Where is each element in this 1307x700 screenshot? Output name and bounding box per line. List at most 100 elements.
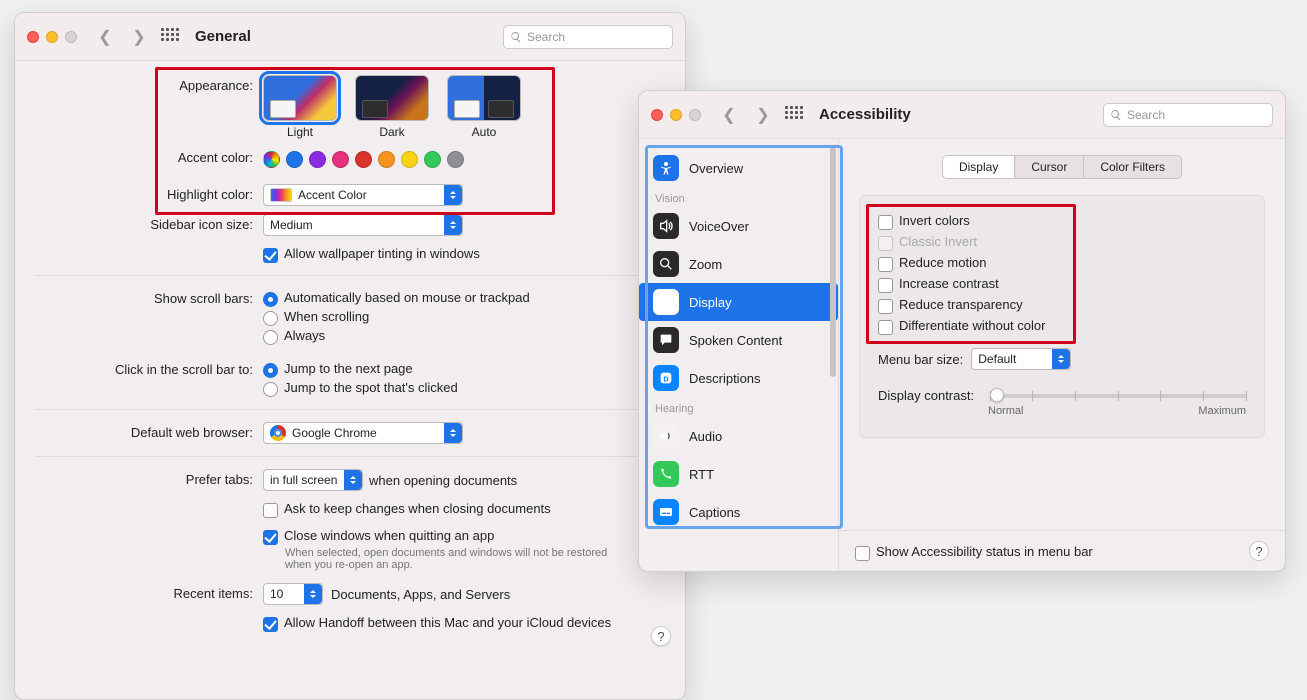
help-button[interactable]: ? — [651, 626, 671, 646]
highlight-color-label: Highlight color: — [15, 184, 263, 202]
display-contrast-label: Display contrast: — [878, 388, 982, 403]
window-title: General — [195, 28, 251, 45]
contrast-min-label: Normal — [988, 405, 1023, 417]
accent-pink[interactable] — [332, 151, 349, 168]
titlebar: ❮ ❯ General Search — [15, 13, 685, 61]
grid-icon[interactable] — [785, 106, 803, 124]
appearance-light[interactable]: Light — [263, 75, 337, 139]
prefer-tabs-label: Prefer tabs: — [15, 469, 263, 487]
zoom-icon[interactable] — [65, 31, 77, 43]
prefer-tabs-suffix: when opening documents — [369, 473, 517, 488]
forward-button[interactable]: ❯ — [751, 103, 775, 127]
prefer-tabs-select[interactable]: in full screen — [263, 469, 363, 491]
reduce-motion-checkbox[interactable]: Reduce motion — [878, 252, 1246, 273]
default-browser-select[interactable]: Google Chrome — [263, 422, 463, 444]
click-page-radio[interactable]: Jump to the next page — [263, 359, 665, 378]
radio-icon — [263, 292, 278, 307]
accent-blue[interactable] — [286, 151, 303, 168]
sidebar-item-rtt[interactable]: RTT — [639, 455, 838, 493]
accessibility-footer: Show Accessibility status in menu bar ? — [839, 530, 1285, 571]
search-input[interactable]: Search — [1103, 103, 1273, 127]
rtt-icon — [653, 461, 679, 487]
accent-yellow[interactable] — [401, 151, 418, 168]
appearance-label: Appearance: — [15, 75, 263, 93]
checkbox-icon — [878, 278, 893, 293]
sidebar-group-vision: Vision — [639, 187, 838, 207]
sidebar-icon-size-select[interactable]: Medium — [263, 214, 463, 236]
sidebar-item-voiceover[interactable]: VoiceOver — [639, 207, 838, 245]
differentiate-color-checkbox[interactable]: Differentiate without color — [878, 315, 1246, 336]
display-icon — [653, 289, 679, 315]
scroll-always-radio[interactable]: Always — [263, 326, 665, 345]
audio-icon — [653, 423, 679, 449]
sidebar-item-audio[interactable]: Audio — [639, 417, 838, 455]
appearance-dark[interactable]: Dark — [355, 75, 429, 139]
traffic-lights — [651, 109, 701, 121]
accent-orange[interactable] — [378, 151, 395, 168]
scroll-scrolling-radio[interactable]: When scrolling — [263, 307, 665, 326]
highlight-color-select[interactable]: Accent Color — [263, 184, 463, 206]
sidebar-item-overview[interactable]: Overview — [639, 149, 838, 187]
radio-icon — [263, 330, 278, 345]
sidebar-item-spoken-content[interactable]: Spoken Content — [639, 321, 838, 359]
scroll-auto-radio[interactable]: Automatically based on mouse or trackpad — [263, 288, 665, 307]
close-icon[interactable] — [27, 31, 39, 43]
recent-items-select[interactable]: 10 — [263, 583, 323, 605]
chrome-icon — [270, 425, 286, 441]
invert-colors-checkbox[interactable]: Invert colors — [878, 210, 1246, 231]
sidebar-item-captions[interactable]: Captions — [639, 493, 838, 531]
search-placeholder: Search — [527, 30, 565, 44]
tab-display[interactable]: Display — [943, 156, 1015, 178]
close-windows-hint: When selected, open documents and window… — [263, 545, 613, 571]
accessibility-sidebar: Overview Vision VoiceOver Zoom Display S… — [639, 139, 839, 571]
display-contrast-slider[interactable] — [990, 394, 1246, 398]
close-icon[interactable] — [651, 109, 663, 121]
sidebar-item-descriptions[interactable]: D Descriptions — [639, 359, 838, 397]
accent-purple[interactable] — [309, 151, 326, 168]
increase-contrast-checkbox[interactable]: Increase contrast — [878, 273, 1246, 294]
display-tab-segmented: Display Cursor Color Filters — [942, 155, 1182, 179]
zoom-icon[interactable] — [689, 109, 701, 121]
handoff-checkbox[interactable]: Allow Handoff between this Mac and your … — [263, 613, 665, 632]
default-browser-label: Default web browser: — [15, 422, 263, 440]
sidebar-item-display[interactable]: Display — [639, 283, 838, 321]
click-spot-radio[interactable]: Jump to the spot that's clicked — [263, 378, 665, 397]
descriptions-icon: D — [653, 365, 679, 391]
appearance-auto[interactable]: Auto — [447, 75, 521, 139]
menu-bar-size-select[interactable]: Default — [971, 348, 1071, 370]
accent-multicolor[interactable] — [263, 151, 280, 168]
grid-icon[interactable] — [161, 28, 179, 46]
accent-colors — [263, 147, 665, 176]
accent-color-label: Accent color: — [15, 147, 263, 165]
wallpaper-tint-checkbox[interactable]: Allow wallpaper tinting in windows — [263, 244, 665, 263]
tab-color-filters[interactable]: Color Filters — [1084, 156, 1181, 178]
general-window: ❮ ❯ General Search Appearance: Light — [14, 12, 686, 700]
show-status-checkbox[interactable]: Show Accessibility status in menu bar — [855, 542, 1093, 561]
search-icon — [510, 31, 522, 43]
display-options-card: Invert colors Classic Invert Reduce moti… — [859, 195, 1265, 438]
reduce-transparency-checkbox[interactable]: Reduce transparency — [878, 294, 1246, 315]
accent-green[interactable] — [424, 151, 441, 168]
forward-button[interactable]: ❯ — [127, 25, 151, 49]
scroll-bars-label: Show scroll bars: — [15, 288, 263, 306]
close-windows-checkbox[interactable]: Close windows when quitting an app — [263, 526, 665, 545]
recent-items-suffix: Documents, Apps, and Servers — [331, 587, 510, 602]
help-button[interactable]: ? — [1249, 541, 1269, 561]
minimize-icon[interactable] — [670, 109, 682, 121]
back-button[interactable]: ❮ — [717, 103, 741, 127]
checkbox-icon — [878, 299, 893, 314]
search-input[interactable]: Search — [503, 25, 673, 49]
accent-gray[interactable] — [447, 151, 464, 168]
tab-cursor[interactable]: Cursor — [1015, 156, 1084, 178]
appearance-options: Light Dark Auto — [263, 75, 665, 139]
ask-changes-checkbox[interactable]: Ask to keep changes when closing documen… — [263, 499, 665, 518]
sidebar-item-zoom[interactable]: Zoom — [639, 245, 838, 283]
back-button[interactable]: ❮ — [93, 25, 117, 49]
scrollbar[interactable] — [830, 147, 836, 377]
accent-red[interactable] — [355, 151, 372, 168]
checkbox-icon — [263, 617, 278, 632]
classic-invert-checkbox: Classic Invert — [878, 231, 1246, 252]
minimize-icon[interactable] — [46, 31, 58, 43]
voiceover-icon — [653, 213, 679, 239]
sidebar-icon-size-label: Sidebar icon size: — [15, 214, 263, 232]
